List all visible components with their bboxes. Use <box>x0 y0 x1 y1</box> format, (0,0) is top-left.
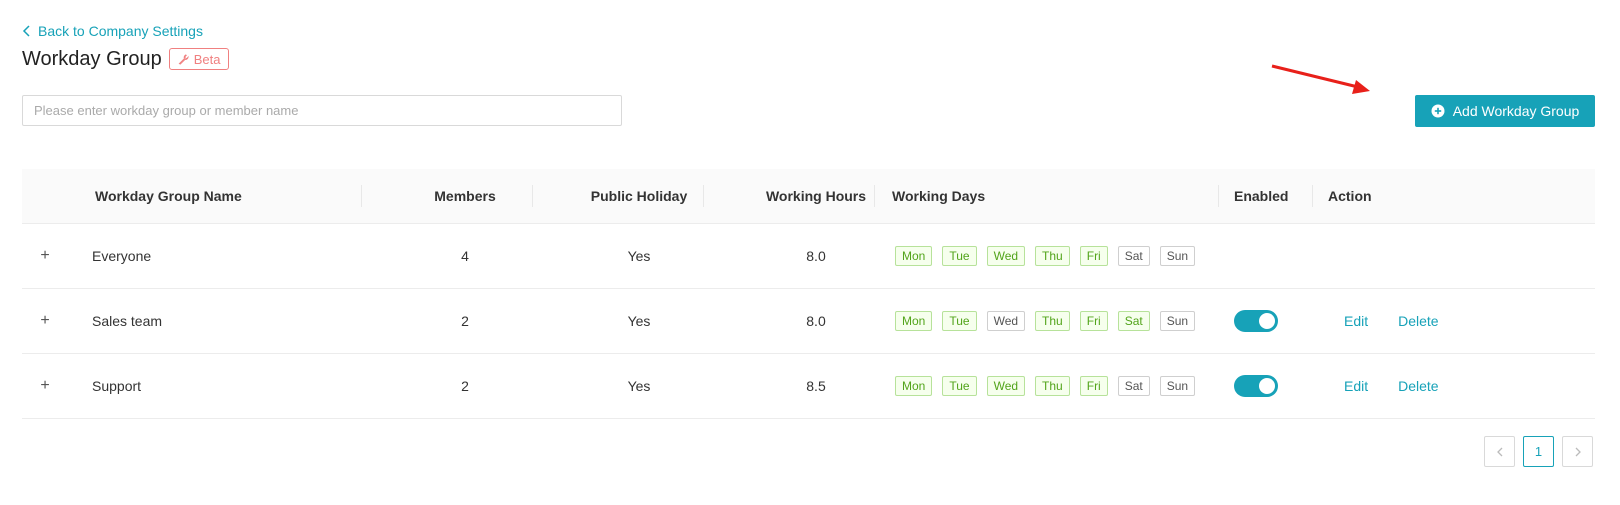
column-header-hours: Working Hours <box>765 188 867 204</box>
column-header-name: Workday Group Name <box>95 188 242 204</box>
working-hours-value: 8.0 <box>806 313 826 329</box>
pagination-page-button[interactable]: 1 <box>1523 436 1554 467</box>
table-row: + Everyone 4 Yes 8.0 Mon Tue Wed Thu Fri… <box>22 224 1595 289</box>
day-tag: Fri <box>1079 246 1108 266</box>
day-tag: Wed <box>986 246 1026 266</box>
column-header-members: Members <box>434 188 496 204</box>
group-name: Everyone <box>92 248 152 264</box>
day-tag: Sun <box>1159 376 1196 396</box>
day-tag: Tue <box>942 311 977 331</box>
delete-link[interactable]: Delete <box>1398 313 1438 329</box>
chevron-left-icon <box>22 25 30 37</box>
back-link[interactable]: Back to Company Settings <box>22 22 203 40</box>
back-link-label: Back to Company Settings <box>38 23 203 39</box>
plus-icon: + <box>40 247 50 264</box>
working-days: Mon Tue Wed Thu Fri Sat Sun <box>895 354 1245 418</box>
day-tag: Wed <box>986 376 1026 396</box>
title-row: Workday Group Beta <box>22 45 230 73</box>
day-tag: Thu <box>1035 376 1070 396</box>
chevron-right-icon <box>1575 447 1581 456</box>
workday-group-table: Workday Group Name Members Public Holida… <box>22 169 1595 419</box>
day-tag: Sat <box>1117 246 1150 266</box>
plus-icon: + <box>40 312 50 329</box>
group-name: Sales team <box>92 313 163 329</box>
page-title: Workday Group <box>22 48 162 70</box>
wrench-icon <box>178 53 189 65</box>
expand-row-button[interactable]: + <box>38 312 52 329</box>
plus-circle-icon <box>1431 104 1445 118</box>
day-tag: Mon <box>895 311 933 331</box>
day-tag: Thu <box>1035 246 1070 266</box>
day-tag: Wed <box>986 311 1026 331</box>
working-days: Mon Tue Wed Thu Fri Sat Sun <box>895 289 1245 353</box>
column-divider <box>361 185 362 207</box>
day-tag: Sun <box>1159 246 1196 266</box>
members-count: 2 <box>461 313 469 329</box>
day-tag: Sun <box>1159 311 1196 331</box>
search-input[interactable] <box>22 95 622 126</box>
edit-link[interactable]: Edit <box>1344 378 1368 394</box>
day-tag: Mon <box>895 376 933 396</box>
column-header-holiday: Public Holiday <box>590 188 688 204</box>
table-header: Workday Group Name Members Public Holida… <box>22 169 1595 224</box>
column-divider <box>1218 185 1219 207</box>
beta-badge-label: Beta <box>193 51 221 67</box>
column-header-enabled: Enabled <box>1234 188 1289 204</box>
public-holiday-value: Yes <box>627 378 651 394</box>
day-tag: Thu <box>1035 311 1070 331</box>
pagination-next-button[interactable] <box>1562 436 1593 467</box>
column-header-days: Working Days <box>892 188 986 204</box>
add-workday-group-label: Add Workday Group <box>1452 103 1580 119</box>
expand-row-button[interactable]: + <box>38 247 52 264</box>
working-hours-value: 8.0 <box>806 248 826 264</box>
chevron-left-icon <box>1496 447 1502 456</box>
enabled-toggle[interactable] <box>1234 375 1278 397</box>
public-holiday-value: Yes <box>627 313 651 329</box>
column-header-action: Action <box>1328 188 1372 204</box>
edit-link[interactable]: Edit <box>1344 313 1368 329</box>
day-tag: Sat <box>1117 311 1150 331</box>
table-row: + Sales team 2 Yes 8.0 Mon Tue Wed Thu F… <box>22 289 1595 354</box>
public-holiday-value: Yes <box>627 248 651 264</box>
column-divider <box>1312 185 1313 207</box>
group-name: Support <box>92 378 142 394</box>
day-tag: Tue <box>942 246 977 266</box>
pagination-prev-button[interactable] <box>1484 436 1515 467</box>
working-days: Mon Tue Wed Thu Fri Sat Sun <box>895 224 1245 288</box>
annotation-arrow-icon <box>1271 64 1370 94</box>
day-tag: Sat <box>1117 376 1150 396</box>
delete-link[interactable]: Delete <box>1398 378 1438 394</box>
day-tag: Fri <box>1079 311 1108 331</box>
plus-icon: + <box>40 377 50 394</box>
day-tag: Fri <box>1079 376 1108 396</box>
column-divider <box>703 185 704 207</box>
day-tag: Tue <box>942 376 977 396</box>
expand-row-button[interactable]: + <box>38 377 52 394</box>
add-workday-group-button[interactable]: Add Workday Group <box>1415 95 1595 127</box>
enabled-toggle[interactable] <box>1234 310 1278 332</box>
members-count: 4 <box>461 248 469 264</box>
day-tag: Mon <box>895 246 933 266</box>
members-count: 2 <box>461 378 469 394</box>
beta-badge: Beta <box>168 48 230 70</box>
table-row: + Support 2 Yes 8.5 Mon Tue Wed Thu Fri … <box>22 354 1595 419</box>
column-divider <box>874 185 875 207</box>
working-hours-value: 8.5 <box>806 378 826 394</box>
column-divider <box>532 185 533 207</box>
